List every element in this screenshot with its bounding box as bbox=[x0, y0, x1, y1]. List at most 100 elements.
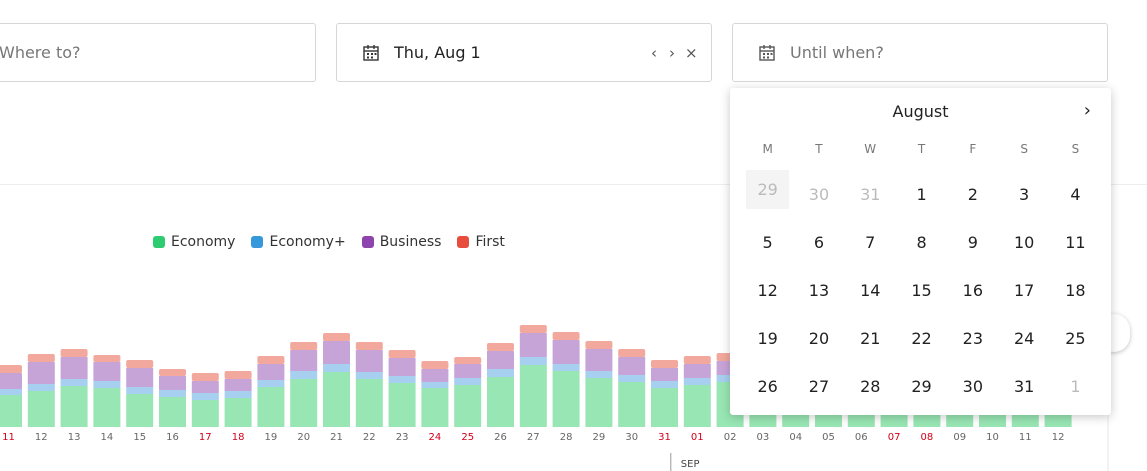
next-month-icon[interactable]: › bbox=[1084, 100, 1091, 121]
bar-segment-economy[interactable] bbox=[618, 382, 646, 427]
bar-segment-business[interactable] bbox=[191, 381, 219, 393]
destination-input[interactable]: Where to? bbox=[0, 23, 316, 82]
bar-segment-economy-plus[interactable] bbox=[683, 378, 711, 385]
bar-segment-economy-plus[interactable] bbox=[454, 378, 482, 385]
bar-segment-economy[interactable] bbox=[519, 365, 547, 427]
bar-segment-first[interactable] bbox=[224, 371, 252, 379]
calendar-day[interactable]: 18 bbox=[1050, 266, 1101, 314]
bar-segment-economy[interactable] bbox=[421, 388, 449, 427]
bar-segment-first[interactable] bbox=[60, 349, 88, 357]
calendar-day[interactable]: 31 bbox=[845, 170, 896, 218]
bar-segment-economy-plus[interactable] bbox=[60, 379, 88, 386]
legend-item-first[interactable]: First bbox=[457, 234, 505, 250]
bar-segment-economy[interactable] bbox=[290, 379, 318, 427]
bar-segment-economy-plus[interactable] bbox=[421, 382, 449, 388]
bar-segment-economy-plus[interactable] bbox=[0, 389, 22, 395]
bar-segment-first[interactable] bbox=[27, 354, 55, 362]
next-date-icon[interactable]: › bbox=[667, 44, 677, 62]
bar-segment-business[interactable] bbox=[126, 368, 154, 387]
bar-segment-economy[interactable] bbox=[93, 388, 121, 427]
bar-segment-economy[interactable] bbox=[585, 378, 613, 427]
bar-segment-first[interactable] bbox=[454, 357, 482, 364]
bar-segment-business[interactable] bbox=[159, 376, 186, 390]
calendar-day[interactable]: 14 bbox=[845, 266, 896, 314]
bar-segment-business[interactable] bbox=[257, 364, 285, 380]
calendar-day[interactable]: 9 bbox=[947, 218, 998, 266]
bar-segment-first[interactable] bbox=[93, 355, 121, 362]
bar-segment-economy-plus[interactable] bbox=[224, 391, 252, 398]
calendar-day[interactable]: 29 bbox=[896, 362, 947, 410]
bar-segment-business[interactable] bbox=[651, 368, 678, 381]
bar-segment-business[interactable] bbox=[454, 364, 482, 378]
bar-segment-economy-plus[interactable] bbox=[355, 372, 383, 379]
bar-segment-business[interactable] bbox=[355, 350, 383, 372]
bar-segment-economy-plus[interactable] bbox=[126, 387, 154, 394]
bar-segment-economy[interactable] bbox=[60, 386, 88, 427]
calendar-day[interactable]: 16 bbox=[947, 266, 998, 314]
calendar-day[interactable]: 30 bbox=[793, 170, 844, 218]
calendar-day[interactable]: 11 bbox=[1050, 218, 1101, 266]
calendar-day[interactable]: 22 bbox=[896, 314, 947, 362]
calendar-day[interactable]: 23 bbox=[947, 314, 998, 362]
bar-segment-first[interactable] bbox=[552, 332, 580, 340]
calendar-day[interactable]: 29 bbox=[746, 170, 790, 209]
calendar-day[interactable]: 21 bbox=[845, 314, 896, 362]
bar-segment-business[interactable] bbox=[388, 358, 416, 376]
bar-segment-economy[interactable] bbox=[257, 387, 285, 427]
calendar-day[interactable]: 7 bbox=[845, 218, 896, 266]
calendar-day[interactable]: 28 bbox=[845, 362, 896, 410]
bar-segment-economy-plus[interactable] bbox=[93, 381, 121, 388]
bar-segment-economy[interactable] bbox=[27, 391, 55, 427]
bar-segment-economy[interactable] bbox=[487, 377, 514, 427]
bar-segment-business[interactable] bbox=[618, 357, 646, 375]
calendar-day[interactable]: 25 bbox=[1050, 314, 1101, 362]
return-date-input[interactable]: Until when? bbox=[732, 23, 1108, 82]
clear-date-icon[interactable]: × bbox=[685, 44, 698, 62]
bar-segment-first[interactable] bbox=[0, 365, 22, 373]
bar-segment-economy-plus[interactable] bbox=[585, 371, 613, 378]
calendar-day[interactable]: 13 bbox=[793, 266, 844, 314]
calendar-day[interactable]: 2 bbox=[947, 170, 998, 218]
bar-segment-first[interactable] bbox=[191, 373, 219, 381]
bar-segment-business[interactable] bbox=[683, 364, 711, 378]
bar-segment-economy-plus[interactable] bbox=[191, 393, 219, 400]
bar-segment-economy-plus[interactable] bbox=[519, 357, 547, 365]
bar-segment-economy-plus[interactable] bbox=[323, 364, 350, 372]
bar-segment-first[interactable] bbox=[683, 356, 711, 364]
bar-segment-economy[interactable] bbox=[388, 383, 416, 427]
bar-segment-first[interactable] bbox=[585, 341, 613, 349]
bar-segment-business[interactable] bbox=[0, 373, 22, 389]
calendar-day[interactable]: 10 bbox=[998, 218, 1049, 266]
bar-segment-first[interactable] bbox=[159, 369, 186, 376]
bar-segment-business[interactable] bbox=[552, 340, 580, 364]
calendar-day[interactable]: 30 bbox=[947, 362, 998, 410]
bar-segment-business[interactable] bbox=[487, 351, 514, 369]
bar-segment-first[interactable] bbox=[355, 342, 383, 350]
bar-segment-first[interactable] bbox=[487, 343, 514, 351]
bar-segment-business[interactable] bbox=[585, 349, 613, 371]
calendar-day[interactable]: 26 bbox=[742, 362, 793, 410]
bar-segment-economy[interactable] bbox=[126, 394, 154, 427]
bar-segment-economy[interactable] bbox=[191, 400, 219, 427]
bar-segment-first[interactable] bbox=[519, 325, 547, 333]
calendar-day[interactable]: 8 bbox=[896, 218, 947, 266]
bar-segment-economy[interactable] bbox=[323, 372, 350, 427]
calendar-day[interactable]: 3 bbox=[998, 170, 1049, 218]
bar-segment-economy[interactable] bbox=[355, 379, 383, 427]
bar-segment-economy[interactable] bbox=[683, 385, 711, 427]
bar-segment-economy[interactable] bbox=[454, 385, 482, 427]
calendar-day[interactable]: 1 bbox=[1050, 362, 1101, 410]
bar-segment-first[interactable] bbox=[651, 360, 678, 368]
bar-segment-economy-plus[interactable] bbox=[388, 376, 416, 383]
bar-segment-business[interactable] bbox=[60, 357, 88, 379]
bar-segment-business[interactable] bbox=[224, 379, 252, 391]
calendar-day[interactable]: 24 bbox=[998, 314, 1049, 362]
bar-segment-first[interactable] bbox=[388, 350, 416, 358]
bar-segment-economy-plus[interactable] bbox=[290, 371, 318, 379]
bar-segment-business[interactable] bbox=[519, 333, 547, 357]
bar-segment-economy[interactable] bbox=[224, 398, 252, 427]
calendar-day[interactable]: 12 bbox=[742, 266, 793, 314]
bar-segment-first[interactable] bbox=[290, 342, 318, 350]
bar-segment-economy-plus[interactable] bbox=[27, 384, 55, 391]
bar-segment-economy-plus[interactable] bbox=[159, 390, 186, 397]
